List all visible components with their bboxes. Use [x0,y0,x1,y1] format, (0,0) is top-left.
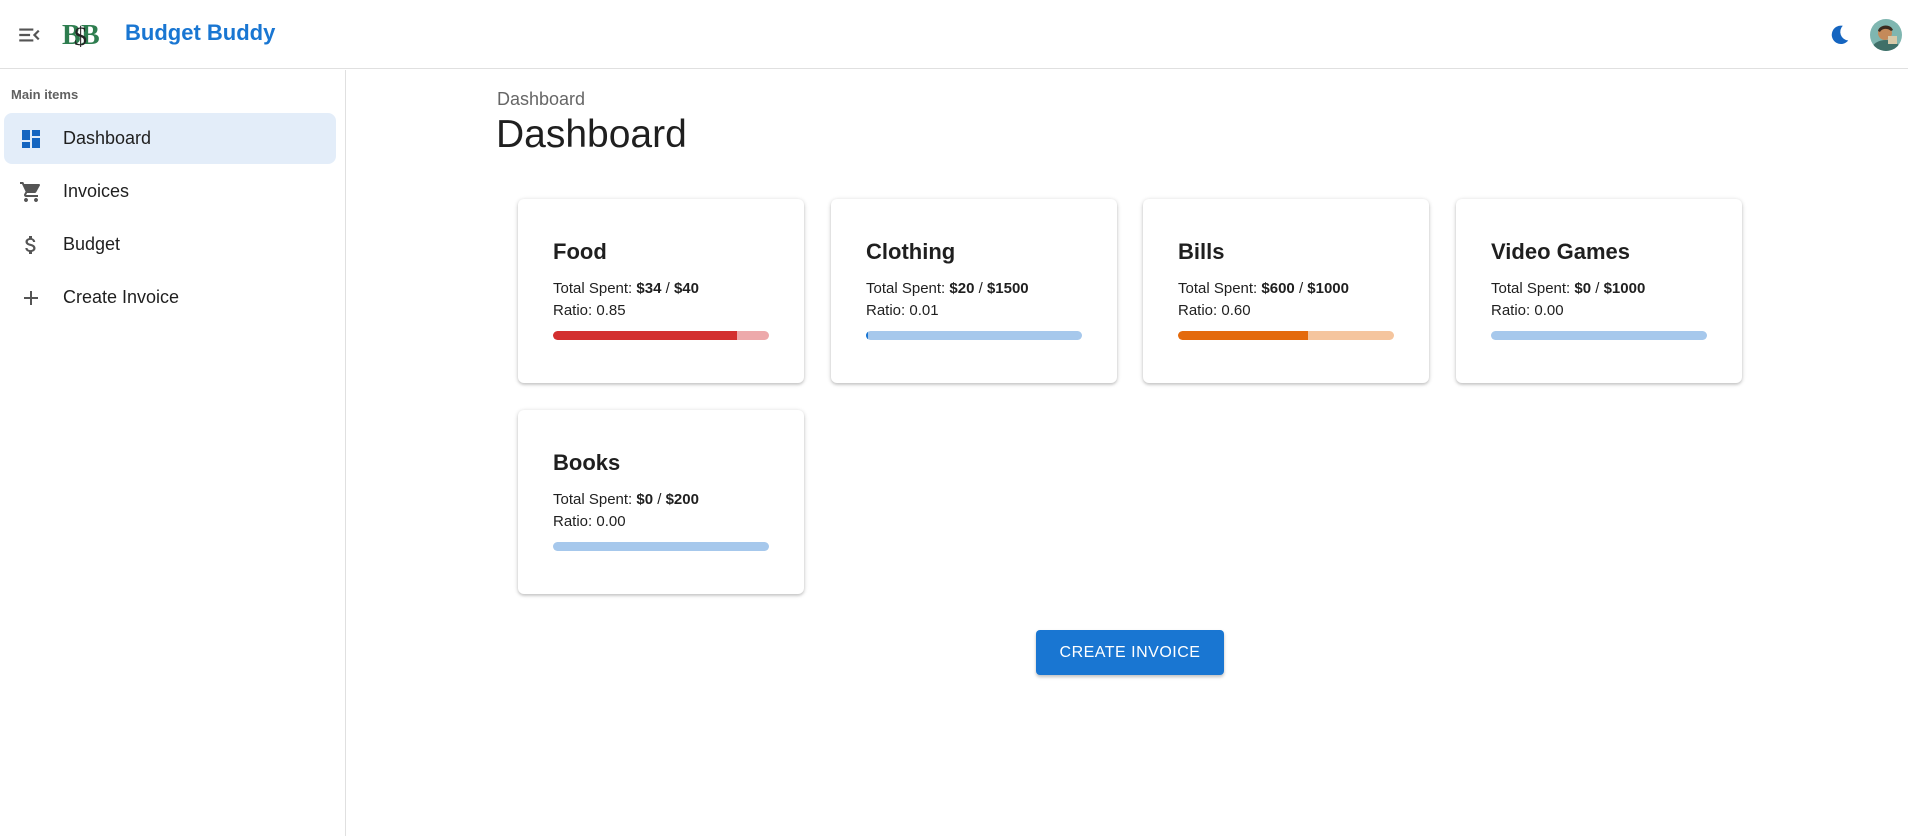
card-ratio: Ratio: 0.01 [866,302,939,319]
app-logo[interactable]: B B $ [62,18,106,51]
card-ratio: Ratio: 0.60 [1178,302,1251,319]
progress-bar-fill [553,331,737,340]
sidebar-item-label: Create Invoice [63,287,180,307]
card-ratio: Ratio: 0.00 [1491,302,1564,319]
user-avatar[interactable] [1870,19,1902,51]
app-header: B B $ Budget Buddy [0,0,1908,69]
card-ratio: Ratio: 0.00 [553,513,626,530]
card-total-spent: Total Spent: $0 / $200 [553,491,699,508]
sidebar: Main items Dashboard Invoices Budget Cre… [0,70,346,836]
progress-bar [553,331,769,340]
sidebar-item-label: Budget [63,234,121,254]
sidebar-item-label: Invoices [63,181,130,201]
budget-card-video-games: Video Games Total Spent: $0 / $1000 Rati… [1456,199,1742,383]
moon-icon[interactable] [1826,22,1852,48]
progress-bar [1178,331,1394,340]
card-title: Video Games [1491,239,1630,264]
progress-bar-fill [866,331,869,340]
menu-collapse-icon[interactable] [16,22,42,48]
sidebar-item-invoices[interactable]: Invoices [4,166,336,217]
sidebar-item-label: Dashboard [63,128,152,148]
card-total-spent: Total Spent: $600 / $1000 [1178,280,1349,297]
card-title: Clothing [866,239,956,264]
card-ratio: Ratio: 0.85 [553,302,626,319]
card-total-spent: Total Spent: $0 / $1000 [1491,280,1646,297]
sidebar-item-create-invoice[interactable]: Create Invoice [4,272,336,323]
sidebar-item-budget[interactable]: Budget [4,219,336,270]
plus-icon [18,285,44,311]
progress-bar [553,542,769,551]
card-total-spent: Total Spent: $34 / $40 [553,280,699,297]
create-invoice-button[interactable]: CREATE INVOICE [1036,630,1224,675]
page-title: Dashboard [496,113,687,156]
progress-bar [1491,331,1707,340]
dashboard-icon [18,126,44,152]
card-title: Bills [1178,239,1225,264]
cart-icon [18,179,44,205]
card-title: Books [553,450,621,475]
card-title: Food [553,239,607,264]
budget-card-clothing: Clothing Total Spent: $20 / $1500 Ratio:… [831,199,1117,383]
sidebar-item-dashboard[interactable]: Dashboard [4,113,336,164]
svg-text:$: $ [74,22,87,50]
progress-bar [866,331,1082,340]
dollar-icon [18,232,44,258]
progress-bar-fill [1178,331,1308,340]
breadcrumb[interactable]: Dashboard [497,89,585,110]
sidebar-section-label: Main items [11,87,79,102]
budget-card-books: Books Total Spent: $0 / $200 Ratio: 0.00 [518,410,804,594]
budget-card-bills: Bills Total Spent: $600 / $1000 Ratio: 0… [1143,199,1429,383]
budget-card-food: Food Total Spent: $34 / $40 Ratio: 0.85 [518,199,804,383]
app-title[interactable]: Budget Buddy [125,20,275,46]
card-total-spent: Total Spent: $20 / $1500 [866,280,1029,297]
